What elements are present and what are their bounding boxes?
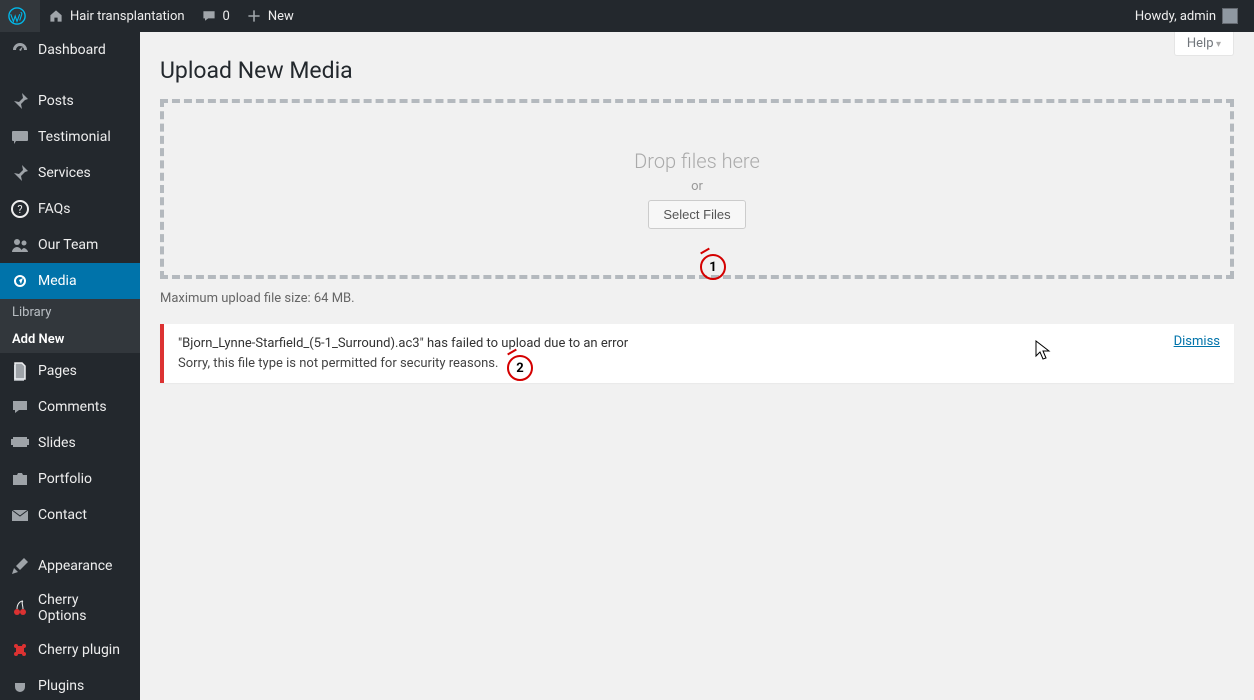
howdy-text: Howdy, admin — [1135, 9, 1216, 24]
menu-cherry-options[interactable]: Cherry Options — [0, 584, 140, 632]
help-tab[interactable]: Help — [1174, 32, 1234, 56]
menu-media[interactable]: Media — [0, 263, 140, 299]
comment-icon — [201, 8, 217, 24]
admin-bar: Hair transplantation 0 New Howdy, admin — [0, 0, 1254, 32]
comments-link[interactable]: 0 — [193, 0, 238, 32]
drop-or-text: or — [691, 179, 703, 194]
menu-pages[interactable]: Pages — [0, 353, 140, 389]
upload-error-notice: "Bjorn_Lynne-Starfield_(5-1_Surround).ac… — [160, 324, 1234, 383]
menu-cherry-plugin[interactable]: Cherry plugin — [0, 632, 140, 668]
site-name-link[interactable]: Hair transplantation — [40, 0, 193, 32]
menu-slides[interactable]: Slides — [0, 425, 140, 461]
error-line2: Sorry, this file type is not permitted f… — [178, 354, 628, 374]
submenu-add-new[interactable]: Add New — [0, 326, 140, 353]
avatar-icon — [1222, 8, 1238, 24]
plus-icon — [246, 8, 262, 24]
menu-testimonial[interactable]: Testimonial — [0, 119, 140, 155]
upload-dropzone[interactable]: Drop files here or Select Files — [160, 99, 1234, 279]
menu-plugins[interactable]: Plugins — [0, 668, 140, 700]
account-link[interactable]: Howdy, admin — [1127, 0, 1246, 32]
admin-sidebar: Dashboard Posts Testimonial Services FAQ… — [0, 32, 140, 700]
menu-appearance[interactable]: Appearance — [0, 548, 140, 584]
menu-services[interactable]: Services — [0, 155, 140, 191]
menu-our-team[interactable]: Our Team — [0, 227, 140, 263]
menu-dashboard[interactable]: Dashboard — [0, 32, 140, 68]
menu-faqs[interactable]: FAQs — [0, 191, 140, 227]
page-title: Upload New Media — [160, 57, 1234, 84]
media-submenu: Library Add New — [0, 299, 140, 353]
menu-contact[interactable]: Contact — [0, 497, 140, 533]
wp-logo[interactable] — [0, 0, 40, 32]
new-content-link[interactable]: New — [238, 0, 302, 32]
home-icon — [48, 8, 64, 24]
max-upload-size: Maximum upload file size: 64 MB. — [160, 291, 1234, 306]
submenu-library[interactable]: Library — [0, 299, 140, 326]
new-label: New — [268, 9, 294, 24]
menu-portfolio[interactable]: Portfolio — [0, 461, 140, 497]
dismiss-link[interactable]: Dismiss — [1174, 334, 1220, 349]
menu-comments[interactable]: Comments — [0, 389, 140, 425]
select-files-button[interactable]: Select Files — [648, 200, 745, 229]
site-name: Hair transplantation — [70, 9, 185, 24]
drop-instructions: Drop files here — [634, 149, 760, 173]
comments-count: 0 — [223, 9, 230, 24]
main-content: Help Upload New Media Drop files here or… — [140, 32, 1254, 403]
menu-posts[interactable]: Posts — [0, 83, 140, 119]
error-line1: "Bjorn_Lynne-Starfield_(5-1_Surround).ac… — [178, 334, 628, 354]
